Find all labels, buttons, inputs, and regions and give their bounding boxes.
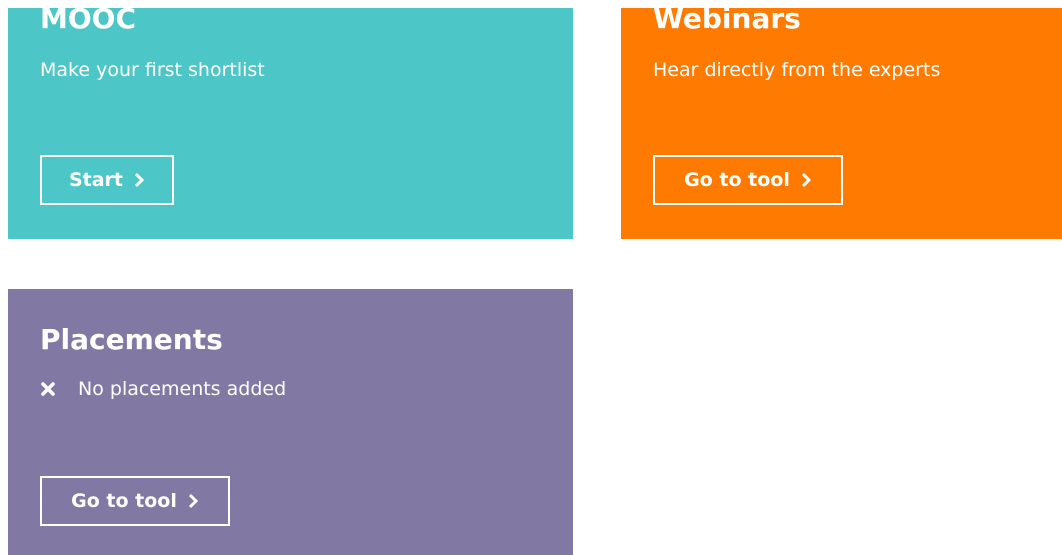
mooc-start-button[interactable]: Start (40, 155, 174, 205)
mooc-subtitle: Make your first shortlist (40, 59, 265, 81)
placements-go-to-tool-button[interactable]: Go to tool (40, 476, 230, 526)
webinars-button-label: Go to tool (684, 169, 790, 191)
webinars-go-to-tool-button[interactable]: Go to tool (653, 155, 843, 205)
mooc-start-button-label: Start (68, 169, 124, 191)
chevron-right-icon (187, 493, 199, 509)
placements-status: No placements added (40, 377, 286, 401)
placements-title: Placements (40, 323, 223, 356)
webinars-subtitle: Hear directly from the experts (653, 59, 941, 81)
page: MOOC Make your first shortlist Start Web… (0, 0, 1062, 555)
webinars-card: Webinars Hear directly from the experts … (621, 8, 1062, 239)
chevron-right-icon (133, 172, 145, 188)
mooc-card: MOOC Make your first shortlist Start (8, 8, 573, 239)
placements-status-text: No placements added (78, 378, 287, 400)
webinars-title: Webinars (653, 8, 801, 35)
close-icon (40, 381, 56, 397)
placements-card: Placements No placements added Go to too… (8, 289, 573, 555)
placements-button-label: Go to tool (71, 490, 177, 512)
mooc-title: MOOC (40, 8, 137, 35)
chevron-right-icon (800, 172, 812, 188)
